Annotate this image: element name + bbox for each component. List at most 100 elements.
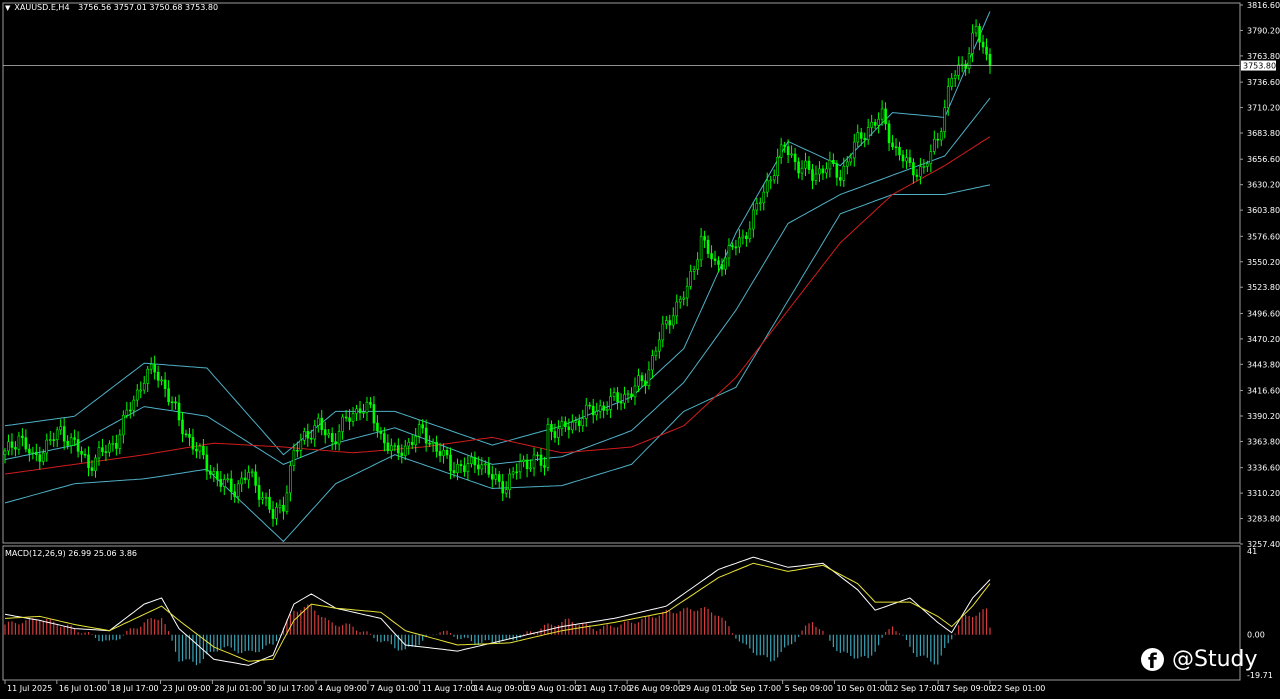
symbol-label: XAUUSD.E,H4 [14,3,70,12]
time-axis: 11 Jul 2025 16 Jul 01:00 18 Jul 17:00 23 Ju… [4,680,1045,693]
time-tick-label: 23 Jul 09:00 [163,684,211,693]
candle-body [804,160,807,169]
time-tick-label: 19 Aug 01:00 [525,684,579,693]
candle-body [936,138,940,141]
price-tick-label: 3736.60 [1247,78,1280,87]
candle-body [160,379,163,382]
candle-body [713,258,717,261]
candle-body [769,179,773,182]
candle-body [720,264,724,270]
candle-body [139,389,143,392]
candle-body [174,401,177,404]
candle-body [543,465,546,468]
time-tick-label: 5 Sep 09:00 [785,684,833,693]
candle-body [129,409,132,412]
time-tick-label: 22 Sep 01:00 [992,684,1045,693]
candle-body [814,173,818,181]
candle-body [960,63,964,66]
candle-body [24,437,28,450]
price-tick-label: 3523.80 [1247,283,1280,292]
price-tick-label: 3390.20 [1247,412,1280,421]
candle-body [898,146,901,156]
price-tick-label: 3790.20 [1247,26,1280,35]
time-tick-label: 26 Aug 09:00 [629,684,683,693]
candle-body [184,433,188,436]
candle-body [83,453,87,456]
trading-chart[interactable]: 3816.60 3790.20 3763.80 3736.60 3710.20 3683.… [0,0,1280,699]
candle-body [435,441,438,452]
candle-body [835,163,839,178]
candle-body [752,209,755,230]
candle-body [564,421,567,428]
price-tick-label: 3816.60 [1247,1,1280,10]
candle-body [115,442,118,449]
candle-body [410,441,414,445]
candle-body [703,236,706,241]
candle-body [637,375,640,387]
candle-body [633,385,637,398]
candle-body [417,424,421,437]
candle-body [122,414,125,436]
candle-body [28,448,31,454]
candle-body [309,437,313,440]
candle-body [539,454,543,466]
candle-body [786,146,790,155]
candle-body [497,474,501,482]
candle-body [470,456,473,464]
candle-body [229,478,233,493]
candle-body [845,161,849,167]
candle-body [240,477,243,485]
candle-body [623,394,626,404]
candle-body [971,32,974,54]
candle-body [7,441,10,452]
candle-body [341,416,344,432]
candle-body [247,472,250,481]
candle-body [306,431,310,439]
candle-body [776,156,779,176]
candle-body [706,239,710,254]
candle-body [73,437,76,440]
candle-body [783,144,786,147]
candle-body [125,409,129,416]
candle-body [915,174,919,177]
candle-body [595,411,598,416]
candle-body [69,437,73,446]
candle-body [946,86,950,108]
candle-body [153,363,156,373]
candle-body [337,431,341,445]
candle-body [55,429,59,440]
candle-body [330,433,334,442]
candle-body [292,449,296,466]
candle-body [571,421,574,431]
candle-body [933,138,936,152]
candle-body [953,75,957,79]
candle-body [94,457,97,471]
candle-body [35,451,38,455]
time-tick-label: 18 Jul 17:00 [111,684,159,693]
candle-body [442,450,445,456]
candle-body [762,191,766,204]
candle-body [87,454,90,469]
candle-body [912,162,915,176]
candle-body [866,127,870,141]
candle-body [515,471,518,474]
candle-body [981,41,985,48]
macd-tick-label: 41 [1247,547,1257,556]
ma-line [4,136,991,475]
candle-body [790,153,793,156]
candle-body [313,425,317,440]
macd-tick-label: 0.00 [1247,631,1265,640]
candle-body [682,297,686,300]
candle-body [275,506,278,519]
price-tick-label: 3336.60 [1247,464,1280,473]
macd-pane-border [2,545,1241,681]
candle-body [577,420,581,426]
dropdown-arrow-icon[interactable]: ▼ [5,4,10,12]
candle-body [800,167,804,174]
ohlc-values: 3756.56 3757.01 3750.68 3753.80 [78,3,219,12]
candle-body [449,454,452,471]
price-tick-label: 3470.20 [1247,335,1280,344]
price-tick-label: 3416.60 [1247,387,1280,396]
candle-body [978,26,981,43]
candle-body [738,237,741,248]
